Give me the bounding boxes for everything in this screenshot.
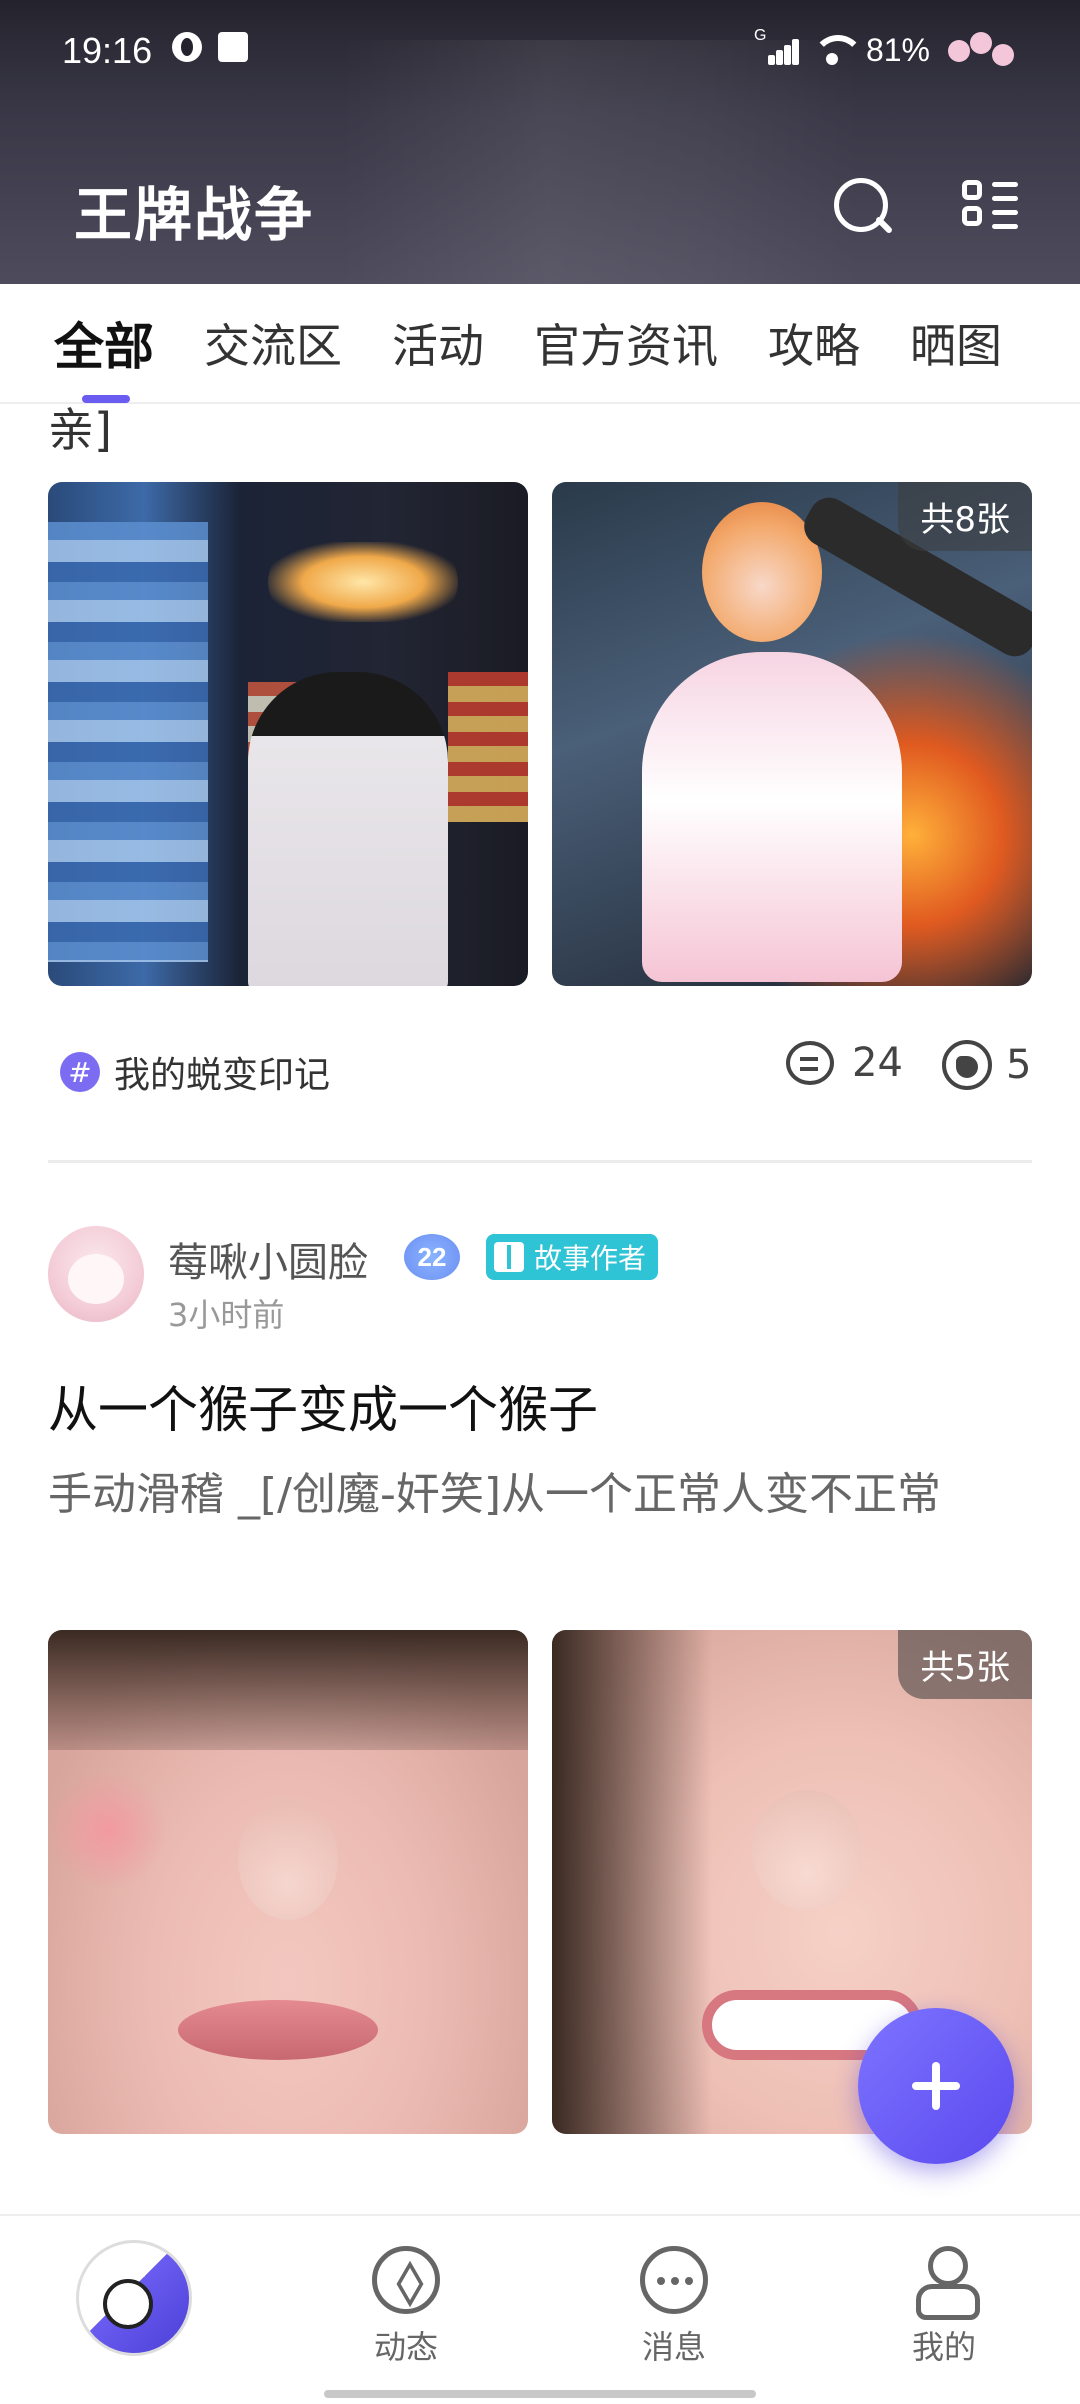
post-image[interactable] bbox=[48, 482, 528, 986]
like-button[interactable]: 5 bbox=[942, 1040, 1031, 1090]
post-divider bbox=[48, 1160, 1032, 1163]
post-time: 3小时前 bbox=[168, 1296, 285, 1334]
nav-messages[interactable]: 消息 bbox=[604, 2246, 744, 2368]
notification-app-icon bbox=[218, 32, 248, 62]
battery-level: 81% bbox=[865, 31, 930, 68]
compass-icon bbox=[372, 2246, 440, 2314]
topic-tag[interactable]: # 我的蜕变印记 bbox=[60, 1046, 330, 1098]
category-tabs: 全部 交流区 活动 官方资讯 攻略 晒图 bbox=[0, 284, 1080, 404]
author-name[interactable]: 莓啾小圆脸 bbox=[168, 1230, 368, 1288]
nav-label: 我的 bbox=[911, 2328, 976, 2366]
image-count-badge: 共8张 bbox=[898, 482, 1032, 551]
bottom-nav: 动态 消息 我的 bbox=[0, 2214, 1080, 2404]
post-image[interactable]: 共8张 bbox=[552, 482, 1032, 986]
nav-label: 动态 bbox=[373, 2328, 438, 2366]
comment-button[interactable]: 24 bbox=[786, 1040, 903, 1086]
tab-all[interactable]: 全部 bbox=[54, 307, 154, 403]
status-time: 19:16 bbox=[62, 30, 153, 71]
avatar[interactable] bbox=[48, 1226, 144, 1322]
level-badge: 22 bbox=[404, 1234, 460, 1280]
sakura-icon bbox=[944, 30, 1020, 70]
like-count: 5 bbox=[1006, 1042, 1032, 1088]
search-icon[interactable] bbox=[832, 176, 892, 236]
post-image[interactable] bbox=[48, 1630, 528, 2134]
create-post-button[interactable] bbox=[858, 2008, 1014, 2164]
author-role-badge: 故事作者 bbox=[486, 1234, 659, 1280]
tab-events[interactable]: 活动 bbox=[392, 310, 484, 376]
tab-discussion[interactable]: 交流区 bbox=[204, 310, 342, 376]
hashtag-icon: # bbox=[60, 1052, 100, 1092]
book-icon bbox=[494, 1242, 524, 1272]
topic-label: 我的蜕变印记 bbox=[114, 1055, 331, 1096]
user-icon bbox=[910, 2246, 980, 2320]
wifi-icon bbox=[811, 35, 864, 65]
status-right: G 81% bbox=[754, 27, 1020, 70]
nav-label: 消息 bbox=[641, 2328, 706, 2366]
network-type: G bbox=[753, 27, 767, 44]
nav-feed[interactable]: 动态 bbox=[336, 2246, 476, 2368]
app-header-area: 19:16 G 81% 王牌战争 bbox=[0, 0, 1080, 284]
status-bar: 19:16 G 81% bbox=[0, 0, 1080, 96]
chat-icon bbox=[640, 2246, 708, 2314]
like-icon bbox=[942, 1040, 992, 1090]
author-role-label: 故事作者 bbox=[534, 1242, 647, 1275]
comment-icon bbox=[786, 1041, 834, 1085]
home-indicator[interactable] bbox=[324, 2390, 756, 2398]
game-logo[interactable] bbox=[76, 2240, 192, 2356]
tab-guides[interactable]: 攻略 bbox=[768, 310, 860, 376]
post-body[interactable]: 手动滑稽 _[/创魔-奸笑]从一个正常人变不正常 bbox=[48, 1454, 1032, 1536]
post-feed[interactable]: 亲] 共8张 # 我的蜕变印记 24 5 莓啾小圆脸 22 故事作者 3小时前 … bbox=[0, 404, 1080, 2214]
comment-count: 24 bbox=[852, 1040, 903, 1086]
page-title: 王牌战争 bbox=[74, 181, 315, 249]
tab-official-news[interactable]: 官方资讯 bbox=[534, 310, 718, 376]
post-text-fragment[interactable]: 亲] bbox=[48, 404, 112, 460]
image-count-badge: 共5张 bbox=[898, 1630, 1032, 1699]
nav-profile[interactable]: 我的 bbox=[874, 2246, 1014, 2368]
title-bar: 王牌战争 bbox=[0, 96, 1080, 284]
notification-app-icon bbox=[172, 32, 202, 62]
signal-icon: G bbox=[754, 27, 799, 65]
tab-screenshots[interactable]: 晒图 bbox=[910, 310, 1002, 376]
post-title[interactable]: 从一个猴子变成一个猴子 bbox=[48, 1370, 598, 1442]
menu-icon[interactable] bbox=[962, 180, 1018, 232]
